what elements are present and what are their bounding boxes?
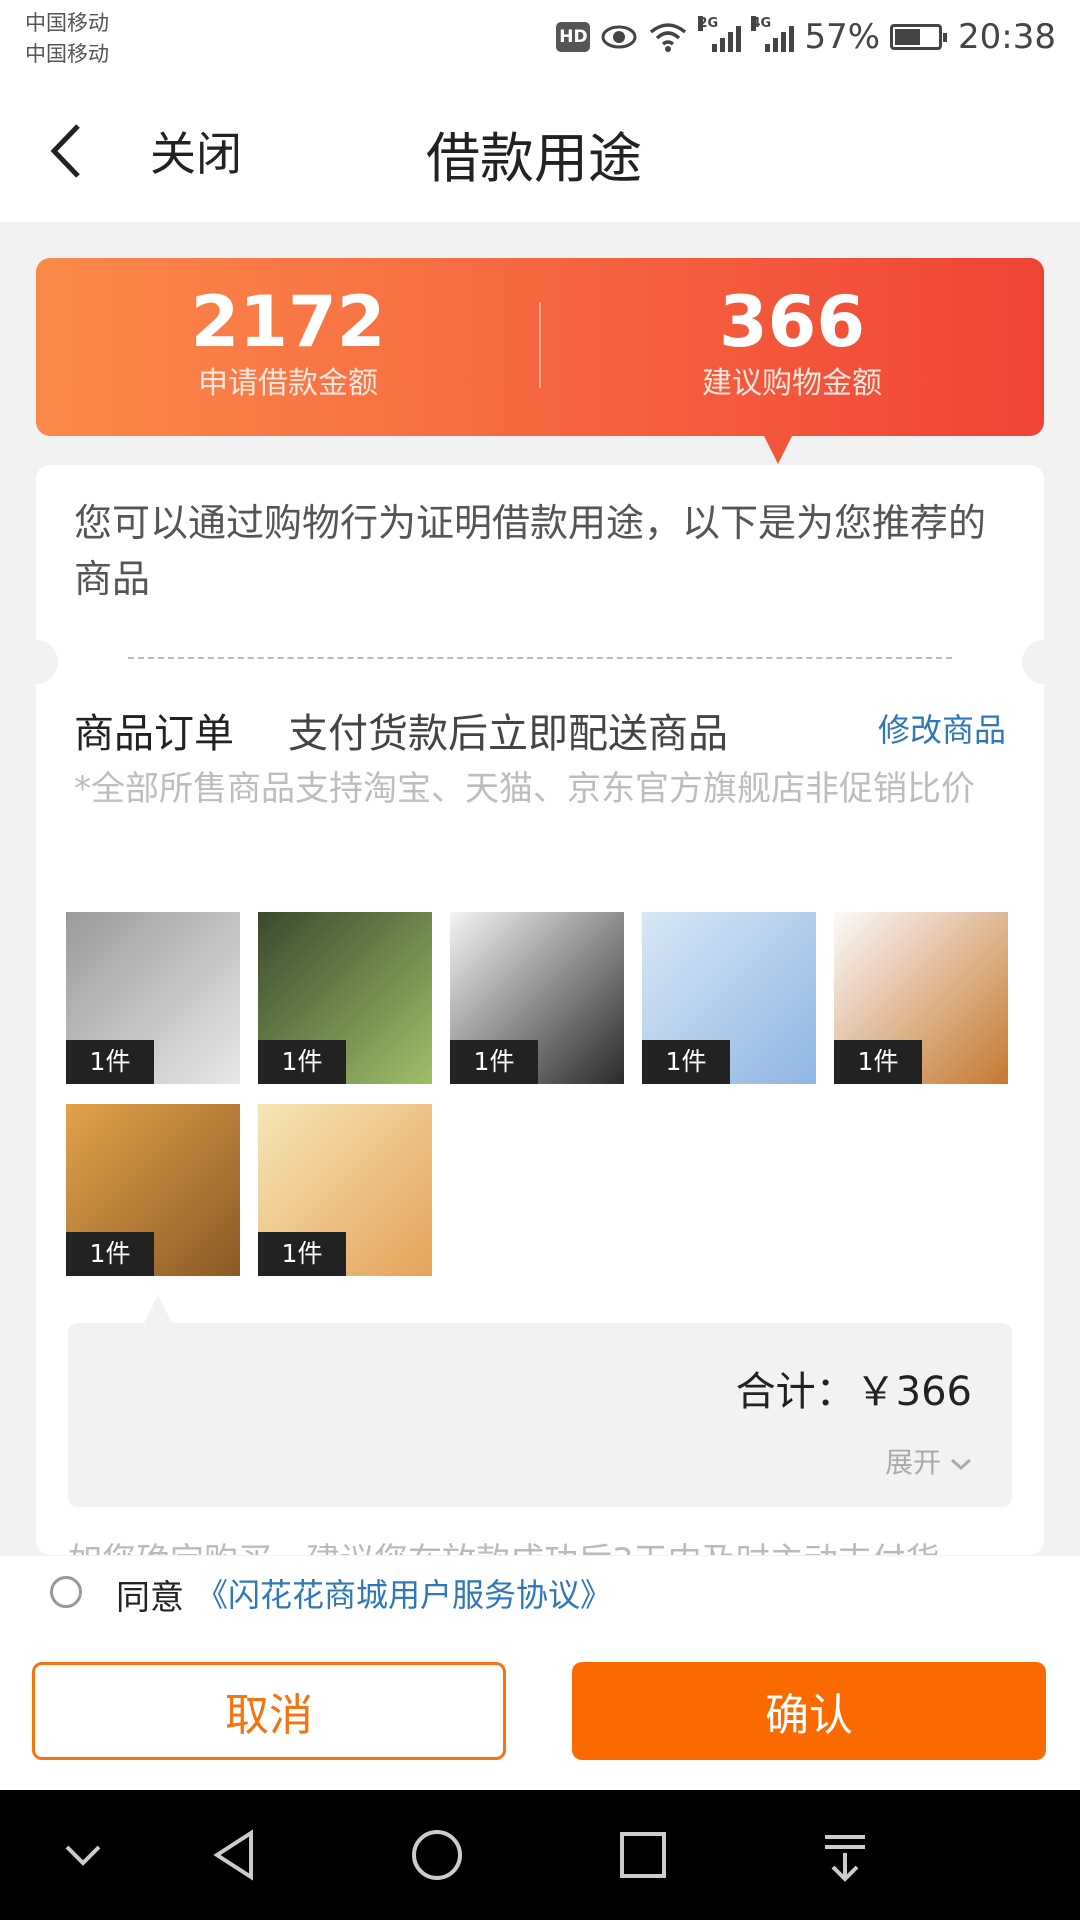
signal-2g-icon: 2G [698,16,742,52]
square-recents-icon [620,1832,666,1878]
product-thumbnail[interactable]: 1件 [66,912,240,1084]
agree-label: 同意 [116,1578,184,1618]
battery-icon [890,24,948,50]
intro-text: 您可以通过购物行为证明借款用途，以下是为您推荐的商品 [74,501,987,601]
product-thumbnail[interactable]: 1件 [66,1104,240,1276]
pull-down-icon [825,1835,865,1882]
product-quantity: 1件 [66,1040,154,1084]
chevron-down-icon [951,1458,971,1471]
order-card: 您可以通过购物行为证明借款用途，以下是为您推荐的商品 商品订单 支付货款后立即配… [36,465,1044,1555]
total-box: 合计：￥366 展开 [68,1323,1012,1507]
product-quantity: 1件 [66,1232,154,1276]
system-navigation-bar [0,1790,1080,1920]
signal-4g-icon: 4G [751,16,795,52]
product-quantity: 1件 [450,1040,538,1084]
loan-amount-label: 申请借款金额 [198,366,378,401]
eye-icon [601,25,637,49]
status-bar: 中国移动 中国移动 HD 2G 4G 57% 20:38 [0,0,1080,78]
total-amount: 合计：￥366 [735,1369,972,1415]
product-thumbnail[interactable]: 1件 [258,912,432,1084]
product-thumbnail[interactable]: 1件 [642,912,816,1084]
shop-amount-block: 366 建议购物金额 [540,280,1044,404]
purchase-hint: 如您确定购买，建议您在放款成功后3天内及时主动支付货 [68,1533,940,1555]
triangle-back-icon [213,1829,253,1881]
nav-hide-button[interactable] [48,1820,118,1890]
expand-label: 展开 [885,1446,942,1479]
chevron-down-icon [65,1845,101,1866]
circle-home-icon [412,1830,462,1880]
price-note: *全部所售商品支持淘宝、天猫、京东官方旗舰店非促销比价 [74,769,975,809]
expand-button[interactable]: 展开 [885,1441,972,1481]
agreement-row: 同意 《闪花花商城用户服务协议》 [0,1556,1080,1632]
action-bar: 取消 确认 [0,1632,1080,1790]
wifi-icon [650,23,687,52]
agree-checkbox[interactable] [50,1576,82,1608]
product-thumbnail[interactable]: 1件 [834,912,1008,1084]
product-quantity: 1件 [258,1040,346,1084]
order-subtitle: 支付货款后立即配送商品 [288,711,728,757]
hd-icon: HD [556,22,591,52]
dashed-divider [128,657,952,659]
nav-back-button[interactable] [200,1820,270,1890]
confirm-button[interactable]: 确认 [572,1662,1046,1760]
card-notch-left [14,640,58,684]
product-quantity: 1件 [834,1040,922,1084]
battery-percent: 57% [804,17,881,57]
summary-pointer [764,436,792,464]
nav-recents-button[interactable] [608,1820,678,1890]
header: 关闭 借款用途 [0,78,1080,222]
loan-amount-block: 2172 申请借款金额 [36,280,540,404]
loan-amount-value: 2172 [190,281,386,363]
modify-products-link[interactable]: 修改商品 [878,705,1006,751]
shop-amount-label: 建议购物金额 [702,366,882,401]
nav-home-button[interactable] [402,1820,472,1890]
product-quantity: 1件 [642,1040,730,1084]
nav-notification-button[interactable] [810,1820,880,1890]
amount-summary-card: 2172 申请借款金额 366 建议购物金额 [36,258,1044,436]
back-button[interactable] [46,116,106,186]
clock: 20:38 [958,17,1056,57]
product-thumbnail[interactable]: 1件 [450,912,624,1084]
shop-amount-value: 366 [718,281,866,363]
page-title: 借款用途 [426,127,642,190]
order-title: 商品订单 [74,711,234,757]
carrier-1: 中国移动 [25,11,109,35]
product-thumbnail[interactable]: 1件 [258,1104,432,1276]
carrier-2: 中国移动 [25,42,109,66]
carrier-info: 中国移动 中国移动 [25,8,109,70]
chevron-left-icon [50,124,80,178]
total-pointer [144,1295,172,1323]
card-notch-right [1022,640,1066,684]
cancel-button[interactable]: 取消 [32,1662,506,1760]
agreement-link[interactable]: 《闪花花商城用户服务协议》 [196,1570,612,1616]
product-quantity: 1件 [258,1232,346,1276]
close-button[interactable]: 关闭 [150,118,242,184]
